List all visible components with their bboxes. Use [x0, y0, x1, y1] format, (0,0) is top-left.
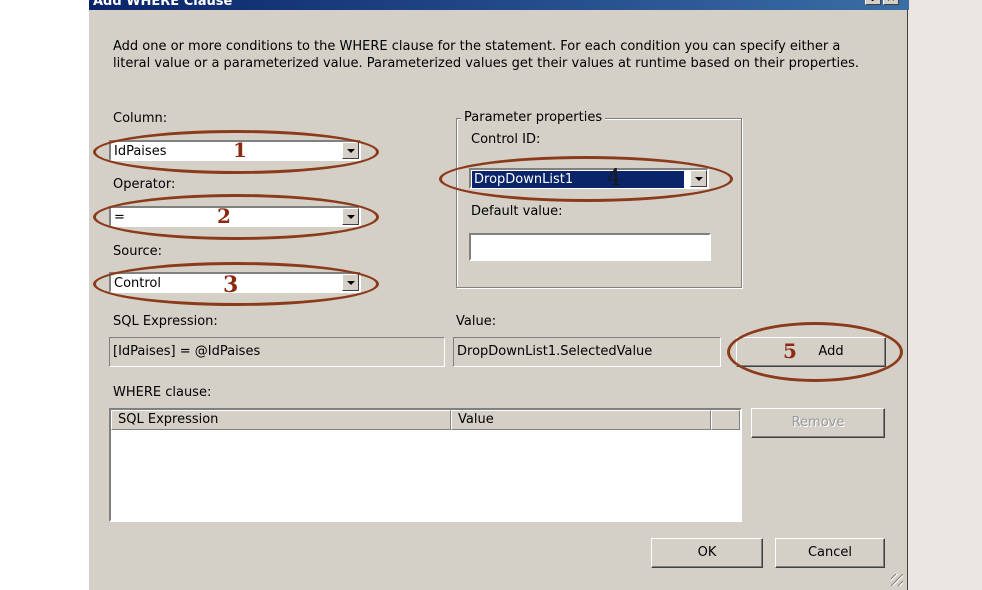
- where-clause-list[interactable]: SQL Expression Value: [109, 408, 742, 522]
- title-bar: Add WHERE Clause ? ×: [89, 0, 909, 10]
- default-value-input[interactable]: [469, 233, 711, 261]
- annotation-number-4: 4: [607, 166, 621, 191]
- column-header-sql-expression[interactable]: SQL Expression: [111, 410, 451, 430]
- value-value: DropDownList1.SelectedValue: [457, 344, 653, 359]
- background-left: [0, 0, 88, 590]
- annotation-number-5: 5: [783, 339, 797, 363]
- column-header-empty[interactable]: [711, 410, 740, 430]
- resize-grip-icon[interactable]: [891, 574, 903, 586]
- close-button[interactable]: ×: [883, 0, 899, 5]
- column-header-value[interactable]: Value: [451, 410, 711, 430]
- cancel-button[interactable]: Cancel: [775, 538, 885, 568]
- source-label: Source:: [113, 244, 163, 259]
- chevron-down-icon[interactable]: [342, 208, 359, 225]
- where-clause-label: WHERE clause:: [113, 385, 212, 400]
- chevron-down-icon[interactable]: [342, 142, 359, 159]
- column-label: Column:: [113, 111, 168, 126]
- sql-expression-field: [IdPaises] = @IdPaises: [109, 337, 445, 367]
- source-value: Control: [114, 276, 161, 291]
- background-right: [908, 0, 982, 590]
- window-title: Add WHERE Clause: [93, 0, 233, 9]
- annotation-number-1: 1: [233, 138, 247, 162]
- value-label: Value:: [456, 314, 497, 329]
- add-where-clause-dialog: Add WHERE Clause ? × Add one or more con…: [88, 0, 909, 590]
- help-button[interactable]: ?: [865, 0, 881, 5]
- description-text: Add one or more conditions to the WHERE …: [113, 39, 860, 71]
- operator-value: =: [114, 210, 125, 225]
- chevron-down-icon[interactable]: [690, 170, 707, 187]
- parameter-properties-title: Parameter properties: [461, 110, 606, 125]
- default-value-label: Default value:: [471, 204, 563, 219]
- operator-dropdown[interactable]: =: [109, 206, 361, 227]
- remove-button[interactable]: Remove: [751, 408, 885, 438]
- ok-button[interactable]: OK: [651, 538, 763, 568]
- sql-expression-label: SQL Expression:: [113, 314, 218, 329]
- add-button[interactable]: Add: [736, 337, 886, 367]
- control-id-label: Control ID:: [471, 132, 541, 147]
- annotation-number-3: 3: [223, 272, 239, 298]
- control-id-dropdown[interactable]: DropDownList1: [469, 168, 709, 189]
- annotation-number-2: 2: [217, 204, 231, 228]
- value-field: DropDownList1.SelectedValue: [453, 337, 721, 367]
- operator-label: Operator:: [113, 177, 176, 192]
- control-id-value: DropDownList1: [472, 171, 684, 188]
- sql-expression-value: [IdPaises] = @IdPaises: [113, 344, 261, 359]
- chevron-down-icon[interactable]: [342, 274, 359, 291]
- column-value: IdPaises: [114, 144, 167, 159]
